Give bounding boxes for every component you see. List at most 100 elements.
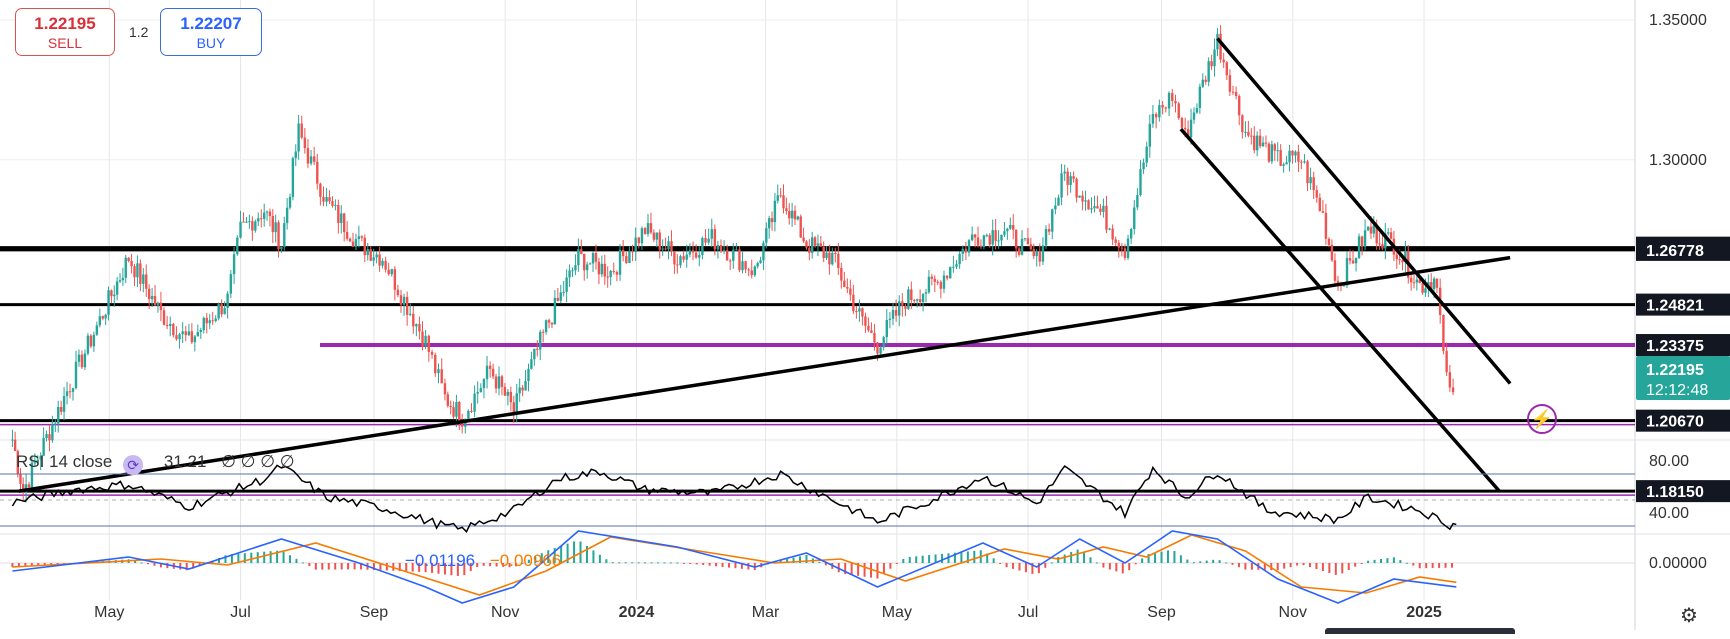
candle-body xyxy=(418,324,421,332)
candle-body xyxy=(512,402,516,413)
x-tick-label: Sep xyxy=(1147,604,1176,621)
macd-value: −0.01196 xyxy=(405,551,476,570)
cycle-icon[interactable]: ⟳ xyxy=(123,455,144,475)
buy-button[interactable]: 1.22207 BUY xyxy=(160,8,262,56)
settings-icon[interactable]: ⚙ xyxy=(1680,603,1698,628)
candle-body xyxy=(1111,228,1114,240)
candle-body xyxy=(1123,248,1127,258)
macd-histogram-bar xyxy=(289,555,292,563)
candle-body xyxy=(888,318,892,320)
macd-histogram-bar xyxy=(1367,560,1370,563)
candle-body xyxy=(747,269,750,271)
macd-histogram-bar xyxy=(734,563,737,569)
candle-body xyxy=(949,266,952,279)
candle-body xyxy=(202,317,205,331)
candle-body xyxy=(1351,260,1355,264)
candle-body xyxy=(802,237,805,242)
candle-body xyxy=(961,248,964,254)
macd-histogram-bar xyxy=(1024,563,1027,573)
candle-body xyxy=(430,351,434,355)
candle-body xyxy=(107,290,110,315)
candle-body xyxy=(843,280,846,288)
x-tick-label: Nov xyxy=(491,604,519,621)
candle-body xyxy=(1174,100,1177,104)
scrollbar[interactable] xyxy=(1325,628,1515,634)
candle-body xyxy=(1300,161,1303,163)
candle-body xyxy=(1395,254,1398,260)
candle-body xyxy=(924,292,928,294)
candle-body xyxy=(1057,197,1060,206)
candle-body xyxy=(553,297,557,325)
candle-body xyxy=(533,348,536,360)
x-tick-label: 2024 xyxy=(619,604,655,621)
macd-legend[interactable]: −0.01196 −0.00966 xyxy=(405,551,561,571)
candle-body xyxy=(849,288,852,295)
sell-button[interactable]: 1.22195 SELL xyxy=(15,8,115,56)
macd-histogram-bar xyxy=(1321,563,1324,571)
macd-histogram-bar xyxy=(1392,557,1395,563)
candle-body xyxy=(574,265,577,271)
candle-body xyxy=(1222,59,1225,63)
chart-canvas[interactable]: May Jul Sep Nov 2024 Mar May Jul Sep Nov 2025 1.350… xyxy=(0,0,1730,634)
candle-body xyxy=(372,257,375,261)
candle-body xyxy=(547,320,551,323)
candle-body xyxy=(268,211,272,217)
candle-body xyxy=(1014,229,1018,249)
candle-body xyxy=(982,235,986,247)
macd-histogram-bar xyxy=(334,563,337,570)
candle-body xyxy=(162,310,166,325)
candle-body xyxy=(1378,243,1381,245)
rsi-extra: ∅ ∅ ∅ ∅ xyxy=(221,452,295,471)
candle-body xyxy=(930,276,934,279)
candle-body xyxy=(121,277,125,281)
candle-body xyxy=(1090,208,1093,210)
candle-body xyxy=(226,293,229,308)
macd-histogram-bar xyxy=(1199,561,1202,563)
chart-stage[interactable]: May Jul Sep Nov 2024 Mar May Jul Sep Nov 2025 1.350… xyxy=(0,0,1730,634)
candle-body xyxy=(345,232,349,239)
candle-body xyxy=(322,196,325,202)
candle-body xyxy=(1029,244,1033,250)
candle-body xyxy=(1102,205,1105,212)
candle-body xyxy=(59,406,63,412)
candle-body xyxy=(1192,112,1196,120)
candle-body xyxy=(1330,244,1334,261)
candle-body xyxy=(762,242,765,261)
x-tick-label: May xyxy=(94,604,124,621)
macd-histogram-bar xyxy=(1412,563,1415,566)
candle-body xyxy=(790,210,794,219)
macd-histogram-bar xyxy=(1070,552,1073,563)
candle-body xyxy=(175,335,178,340)
macd-histogram xyxy=(11,541,1454,579)
candle-body xyxy=(285,207,289,224)
spread-value: 1.2 xyxy=(129,24,149,40)
macd-histogram-bar xyxy=(1089,557,1092,563)
macd-histogram-bar xyxy=(637,562,640,564)
macd-histogram-bar xyxy=(650,562,653,564)
candle-body xyxy=(1442,314,1445,351)
macd-histogram-bar xyxy=(140,562,143,564)
candle-body xyxy=(360,236,364,238)
rsi-legend[interactable]: RSI 14 close ⟳ 31.21 ∅ ∅ ∅ ∅ xyxy=(16,452,295,475)
candle-body xyxy=(1253,135,1256,151)
macd-histogram-bar xyxy=(592,550,595,563)
candle-body xyxy=(95,325,99,335)
macd-histogram-bar xyxy=(624,562,627,564)
candle-body xyxy=(328,197,331,202)
macd-histogram-bar xyxy=(1231,563,1234,565)
candle-body xyxy=(759,260,762,264)
macd-histogram-bar xyxy=(605,559,608,563)
candle-body xyxy=(894,309,898,316)
candle-body xyxy=(331,201,334,206)
candle-body xyxy=(867,325,870,331)
candle-body xyxy=(1060,173,1063,198)
candle-body xyxy=(1105,205,1108,230)
macd-histogram-bar xyxy=(1212,559,1215,563)
candle-body xyxy=(437,369,440,374)
lightning-icon[interactable]: ⚡ xyxy=(1527,404,1557,434)
macd-histogram-bar xyxy=(721,563,724,567)
candle-body xyxy=(83,353,87,368)
candle-body xyxy=(494,376,498,389)
candle-body xyxy=(434,354,437,374)
macd-histogram-bar xyxy=(992,558,995,563)
